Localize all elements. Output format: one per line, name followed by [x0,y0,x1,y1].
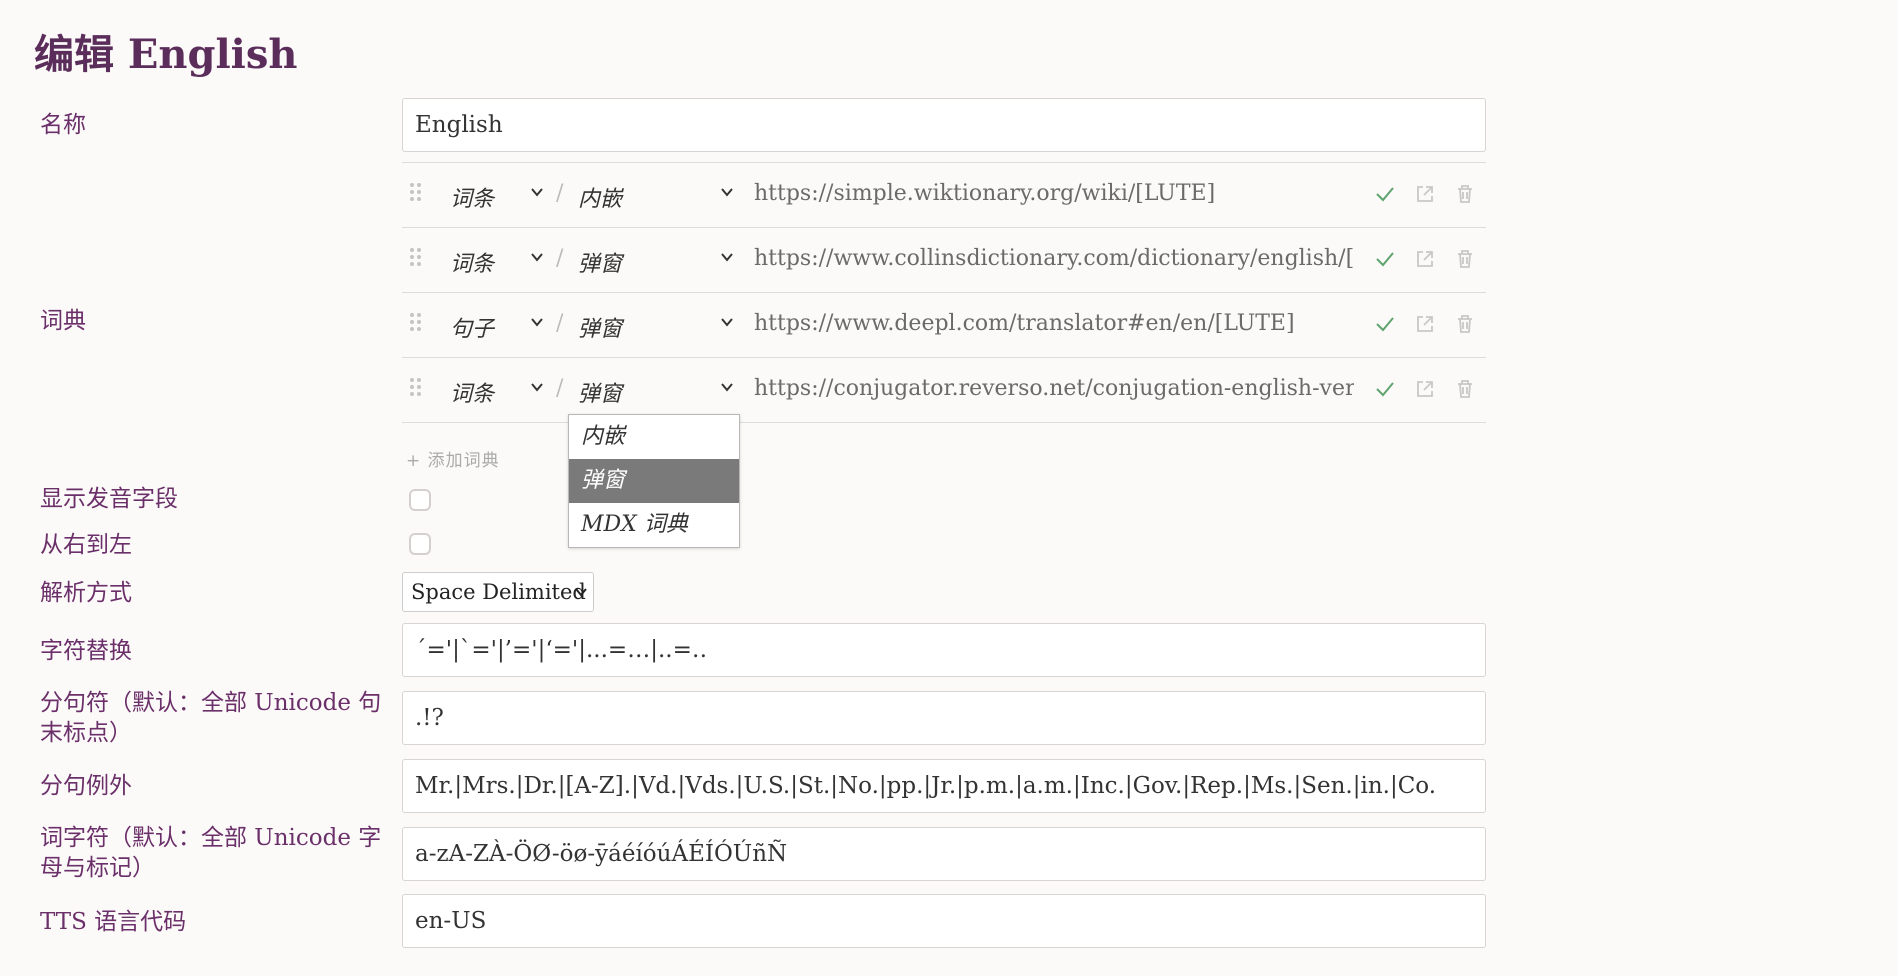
trash-icon[interactable] [1454,183,1476,205]
sentence-terminators-input[interactable]: .!? [402,691,1486,745]
tts-code-label: TTS 语言代码 [40,909,187,935]
external-link-icon[interactable] [1414,313,1436,335]
drag-handle-icon[interactable] [410,248,422,268]
drag-handle-icon[interactable] [410,378,422,398]
display-select[interactable]: 内嵌 [578,181,708,213]
show-pronunciation-label: 显示发音字段 [40,486,178,512]
tts-code-input[interactable]: en-US [402,894,1486,948]
external-link-icon[interactable] [1414,183,1436,205]
sentence-terminators-label: 分句符（默认：全部 Unicode 句末标点） [40,690,382,746]
chevron-down-icon [531,318,543,327]
separator: / [556,311,564,336]
trash-icon[interactable] [1454,378,1476,400]
check-icon[interactable] [1374,313,1396,335]
name-input[interactable]: English [402,98,1486,152]
trash-icon[interactable] [1454,313,1476,335]
char-substitutions-input[interactable]: ´='|`='|’='|‘='|...=…|..=‥ [402,623,1486,677]
dictionary-url-input[interactable]: https://www.deepl.com/translator#en/en/[… [754,311,1354,336]
chevron-down-icon [721,383,733,392]
dictionary-row: 词条 / 弹窗 https://www.collinsdictionary.co… [402,228,1486,293]
chevron-down-icon [531,383,543,392]
add-dictionary-button[interactable]: + 添加词典 [406,446,500,471]
show-pronunciation-checkbox[interactable] [409,489,431,511]
rtl-label: 从右到左 [40,532,132,558]
char-substitutions-label: 字符替换 [40,638,132,664]
chevron-down-icon [531,253,543,262]
drag-handle-icon[interactable] [410,183,422,203]
dropdown-option-selected[interactable]: 弹窗 [569,459,739,503]
parse-method-select[interactable]: Space Delimited [402,572,594,612]
dictionary-row: 句子 / 弹窗 https://www.deepl.com/translator… [402,293,1486,358]
external-link-icon[interactable] [1414,248,1436,270]
chevron-down-icon [575,588,587,597]
dictionaries-label: 词典 [40,308,86,334]
chevron-down-icon [531,188,543,197]
dictionary-row: 词条 / 弹窗 https://conjugator.reverso.net/c… [402,358,1486,423]
chevron-down-icon [721,318,733,327]
dropdown-option[interactable]: MDX 词典 [569,503,739,547]
display-select[interactable]: 弹窗 [578,246,708,278]
dictionary-url-input[interactable]: https://conjugator.reverso.net/conjugati… [754,376,1354,401]
page-title: 编辑 English [34,31,298,78]
separator: / [556,181,564,206]
separator: / [556,246,564,271]
dictionary-row: 词条 / 内嵌 https://simple.wiktionary.org/wi… [402,163,1486,228]
sentence-exceptions-label: 分句例外 [40,773,132,799]
dropdown-option[interactable]: 内嵌 [569,415,739,459]
dictionary-url-input[interactable]: https://www.collinsdictionary.com/dictio… [754,246,1354,271]
word-chars-input[interactable]: a-zA-ZÀ-ÖØ-öø-ȳáéíóúÁÉÍÓÚñÑ [402,827,1486,881]
display-select[interactable]: 弹窗 [578,311,708,343]
rtl-checkbox[interactable] [409,533,431,555]
drag-handle-icon[interactable] [410,313,422,333]
sentence-exceptions-input[interactable]: Mr.|Mrs.|Dr.|[A-Z].|Vd.|Vds.|U.S.|St.|No… [402,759,1486,813]
trash-icon[interactable] [1454,248,1476,270]
dictionary-list: 词条 / 内嵌 https://simple.wiktionary.org/wi… [402,162,1486,423]
display-select[interactable]: 弹窗 [578,376,708,408]
word-chars-label: 词字符（默认：全部 Unicode 字母与标记） [40,825,382,881]
chevron-down-icon [721,188,733,197]
chevron-down-icon [721,253,733,262]
external-link-icon[interactable] [1414,378,1436,400]
check-icon[interactable] [1374,183,1396,205]
separator: / [556,376,564,401]
parse-method-value: Space Delimited [411,580,586,604]
name-label: 名称 [40,112,86,138]
check-icon[interactable] [1374,378,1396,400]
check-icon[interactable] [1374,248,1396,270]
display-dropdown-menu: 内嵌 弹窗 MDX 词典 [568,414,740,548]
parse-method-label: 解析方式 [40,580,132,606]
dictionary-url-input[interactable]: https://simple.wiktionary.org/wiki/[LUTE… [754,181,1354,206]
